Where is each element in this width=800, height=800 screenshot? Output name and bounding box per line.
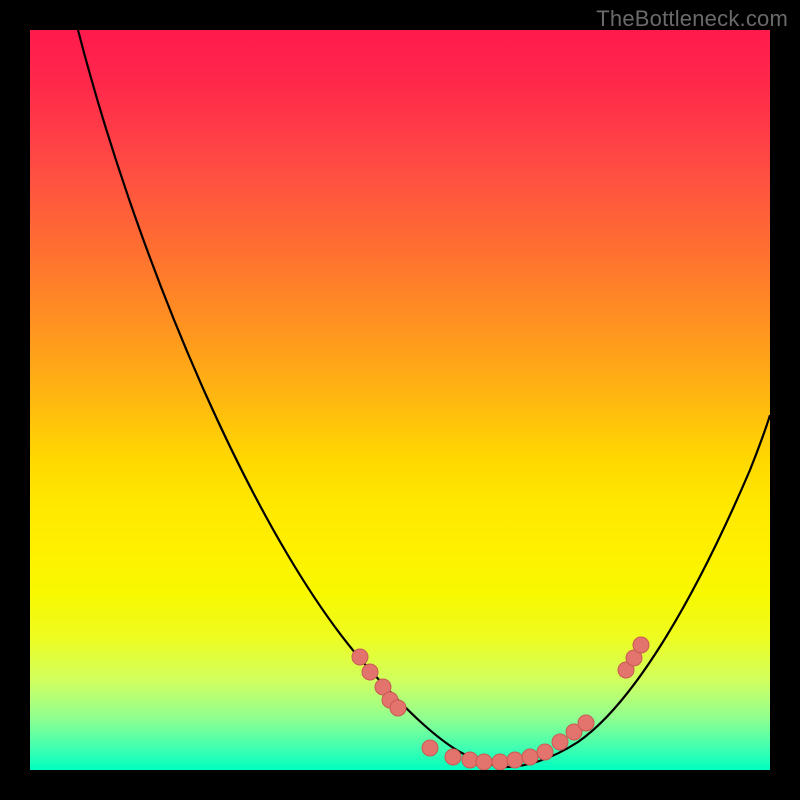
curve-right-branch [506, 415, 770, 767]
marker-dot [522, 749, 538, 765]
marker-dot [492, 754, 508, 770]
plot-area [30, 30, 770, 770]
marker-dot [633, 637, 649, 653]
marker-dot [352, 649, 368, 665]
marker-dot [578, 715, 594, 731]
chart-frame: TheBottleneck.com [0, 0, 800, 800]
marker-dot [462, 752, 478, 768]
watermark-text: TheBottleneck.com [596, 6, 788, 32]
marker-group [352, 637, 649, 770]
marker-dot [362, 664, 378, 680]
marker-dot [422, 740, 438, 756]
curve-left-branch [78, 30, 506, 767]
bottleneck-curve [30, 30, 770, 770]
marker-dot [537, 744, 553, 760]
marker-dot [552, 734, 568, 750]
marker-dot [390, 700, 406, 716]
marker-dot [507, 752, 523, 768]
marker-dot [476, 754, 492, 770]
marker-dot [445, 749, 461, 765]
